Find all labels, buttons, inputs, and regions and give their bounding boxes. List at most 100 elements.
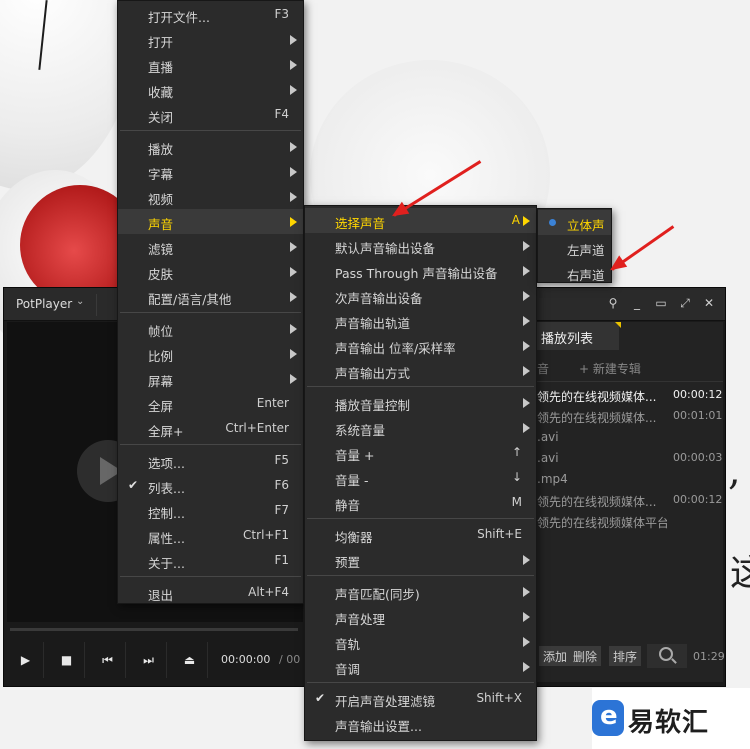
menu-item-label: 静音 [335,498,361,513]
add-button[interactable]: 添加 [539,646,572,666]
menu-item[interactable]: 播放 [118,134,303,159]
menu-separator [305,515,536,522]
menu-separator [118,573,303,580]
play-icon[interactable]: ▶ [8,642,44,678]
menu-item[interactable]: 属性... Ctrl+F1 [118,523,303,548]
menu-item[interactable]: 屏幕 [118,366,303,391]
menu-item[interactable]: 声音输出轨道 [305,308,536,333]
maximize-icon[interactable]: ▭ [652,296,670,310]
playlist-row[interactable]: 领先的在线视频媒体... 00:00:12 [537,385,723,406]
menu-item-label: 声音输出轨道 [335,316,411,331]
sort-button[interactable]: 排序 [609,646,642,666]
chevron-right-icon [523,587,530,597]
menu-item[interactable]: ✔ 列表... F6 [118,473,303,498]
playlist-row[interactable]: 领先的在线视频媒体平台,海... [537,511,723,532]
background-glyph: 这 [730,553,750,594]
menu-item-label: 视频 [148,192,174,207]
menu-item[interactable]: 声音输出 位率/采样率 [305,333,536,358]
fullscreen-icon[interactable]: ⤢ [676,296,694,311]
menu-separator [118,309,303,316]
playlist-row[interactable]: 领先的在线视频媒体... 00:01:01 [537,406,723,427]
menu-item[interactable]: 皮肤 [118,259,303,284]
chevron-right-icon [290,292,297,302]
menu-item-shortcut: ↑ [511,445,522,459]
eject-icon[interactable]: ⏏ [172,642,208,678]
menu-item[interactable]: ✔ 开启声音处理滤镜 Shift+X [305,686,536,711]
next-icon[interactable]: ⏭ [131,642,167,678]
menu-item-shortcut: Shift+X [476,691,522,705]
menu-item[interactable]: 声音 [118,209,303,234]
menu-item[interactable]: 全屏 Enter [118,391,303,416]
menu-item-shortcut: Enter [256,396,289,410]
menu-item[interactable]: 左声道 [538,235,611,260]
menu-item[interactable]: 均衡器 Shift+E [305,522,536,547]
chevron-right-icon [523,266,530,276]
menu-item[interactable]: 声音处理 [305,604,536,629]
menu-item[interactable]: 字幕 [118,159,303,184]
menu-item[interactable]: 打开文件... F3 [118,2,303,27]
menu-item[interactable]: 关闭 F4 [118,102,303,127]
menu-item[interactable]: 立体声 [538,210,611,235]
menu-item-label: 播放音量控制 [335,398,411,413]
minimize-icon[interactable]: _ [628,296,646,310]
playlist-row[interactable]: .mp4 [537,469,723,490]
menu-item-label: 声音处理 [335,612,386,627]
menu-item[interactable]: 全屏+ Ctrl+Enter [118,416,303,441]
menu-item[interactable]: 帧位 [118,316,303,341]
divider [96,294,97,316]
menu-item[interactable]: 音量 - ↓ [305,465,536,490]
chevron-right-icon [290,167,297,177]
menu-item[interactable]: 音调 [305,654,536,679]
menu-item[interactable]: 选择声音 A [305,208,536,233]
menu-item[interactable]: 视频 [118,184,303,209]
chevron-down-icon[interactable]: ⌄ [76,296,84,307]
menu-item[interactable]: 收藏 [118,77,303,102]
playlist-row[interactable]: .avi 00:00:03 [537,448,723,469]
background-glyph: , [728,448,741,494]
stop-icon[interactable]: ■ [49,642,85,678]
chevron-right-icon [523,398,530,408]
tab-playlist[interactable]: 播放列表 [537,322,619,350]
menu-item-label: 选择声音 [335,216,386,231]
menu-item-label: 音调 [335,662,361,677]
menu-item-label: Pass Through 声音输出设备 [335,266,498,281]
menu-item[interactable]: 声音输出设置... [305,711,536,736]
menu-item-label: 均衡器 [335,530,373,545]
menu-item[interactable]: 滤镜 [118,234,303,259]
playlist-row[interactable]: .avi [537,427,723,448]
menu-item[interactable]: 声音输出方式 [305,358,536,383]
menu-item[interactable]: 系统音量 [305,415,536,440]
chevron-right-icon [290,60,297,70]
menu-item[interactable]: 声音匹配(同步) [305,579,536,604]
menu-item[interactable]: 退出 Alt+F4 [118,580,303,605]
menu-item[interactable]: 静音 M [305,490,536,515]
close-icon[interactable]: ✕ [700,296,718,310]
menu-item[interactable]: 直播 [118,52,303,77]
menu-item[interactable]: 打开 [118,27,303,52]
playlist-row[interactable]: 领先的在线视频媒体... 00:00:12 [537,490,723,511]
pin-icon[interactable]: ⚲ [604,296,622,310]
menu-item[interactable]: 右声道 [538,260,611,285]
menu-item[interactable]: 音轨 [305,629,536,654]
delete-button[interactable]: 删除 [569,646,602,666]
menu-item[interactable]: 比例 [118,341,303,366]
menu-item[interactable]: 播放音量控制 [305,390,536,415]
menu-item[interactable]: 控制... F7 [118,498,303,523]
menu-item-label: 立体声 [567,218,605,233]
seek-bar[interactable] [10,628,298,631]
menu-item[interactable]: 默认声音输出设备 [305,233,536,258]
menu-item[interactable]: 预置 [305,547,536,572]
menu-item-label: 声音输出方式 [335,366,411,381]
menu-item[interactable]: 选项... F5 [118,448,303,473]
new-album-button[interactable]: + 新建专辑 [579,360,641,377]
menu-item[interactable]: 次声音输出设备 [305,283,536,308]
menu-item[interactable]: 配置/语言/其他 [118,284,303,309]
app-name[interactable]: PotPlayer [16,297,72,311]
menu-item[interactable]: 音量 + ↑ [305,440,536,465]
menu-item[interactable]: 关于... F1 [118,548,303,573]
chevron-right-icon [290,267,297,277]
playlist-search-button[interactable] [647,644,687,668]
menu-item[interactable]: Pass Through 声音输出设备 [305,258,536,283]
prev-icon[interactable]: ⏮ [90,642,126,678]
playlist-toolbar-item[interactable]: 音 [537,360,549,377]
